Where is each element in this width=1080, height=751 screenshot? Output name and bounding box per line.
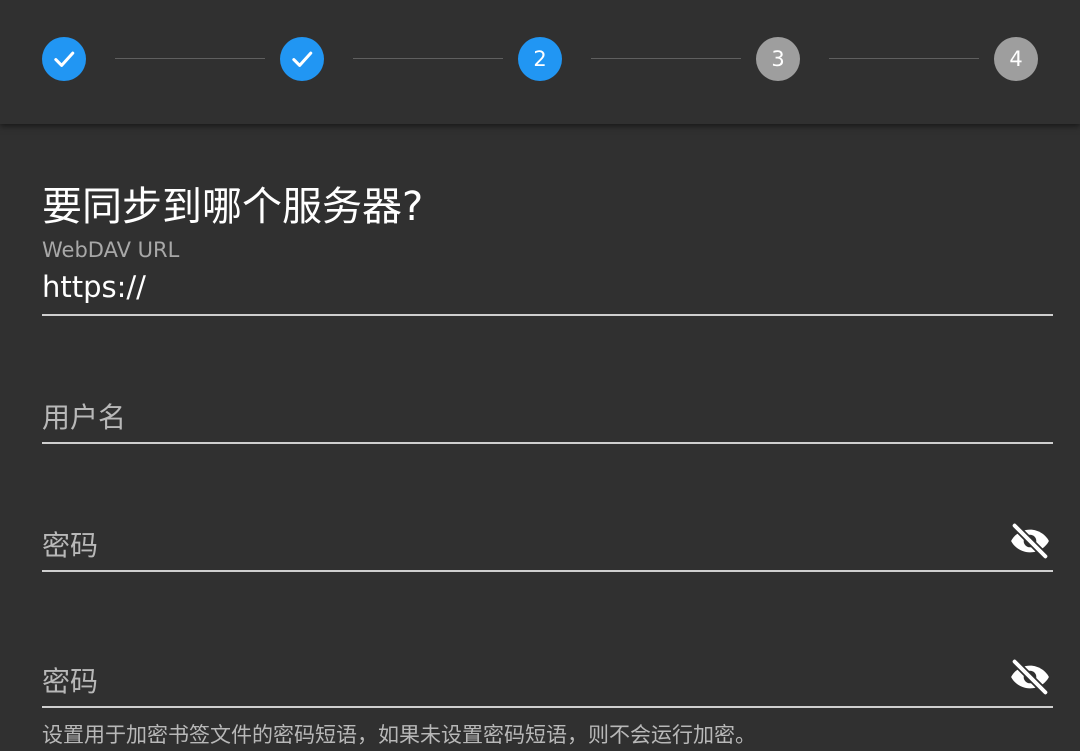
passphrase-input[interactable]: 密码 — [42, 660, 98, 700]
step-connector — [829, 58, 979, 59]
webdav-url-label: WebDAV URL — [42, 238, 180, 262]
visibility-off-icon[interactable] — [1009, 656, 1051, 698]
check-icon — [292, 51, 313, 67]
password-input[interactable]: 密码 — [42, 524, 98, 564]
step-3-current[interactable]: 2 — [518, 37, 562, 81]
step-connector — [115, 58, 265, 59]
page-title: 要同步到哪个服务器? — [42, 184, 424, 230]
username-field[interactable]: 用户名 — [42, 374, 1053, 444]
passphrase-helper-text: 设置用于加密书签文件的密码短语，如果未设置密码短语，则不会运行加密。 — [42, 723, 756, 747]
step-number: 4 — [1009, 47, 1023, 71]
visibility-off-icon[interactable] — [1009, 520, 1051, 562]
step-2-complete[interactable] — [280, 37, 324, 81]
webdav-url-field[interactable]: WebDAV URL https:// — [42, 230, 1053, 316]
step-number: 2 — [533, 47, 547, 71]
server-form: 要同步到哪个服务器? WebDAV URL https:// 用户名 密码 密码… — [0, 124, 1080, 751]
step-connector — [591, 58, 741, 59]
step-connector — [353, 58, 503, 59]
step-5-pending[interactable]: 4 — [994, 37, 1038, 81]
stepper: 2 3 4 — [0, 0, 1080, 124]
step-4-pending[interactable]: 3 — [756, 37, 800, 81]
password-field[interactable]: 密码 — [42, 502, 1053, 572]
step-number: 3 — [771, 47, 785, 71]
check-icon — [54, 51, 75, 67]
webdav-url-input[interactable]: https:// — [42, 270, 146, 304]
step-1-complete[interactable] — [42, 37, 86, 81]
username-input[interactable]: 用户名 — [42, 396, 126, 436]
passphrase-field[interactable]: 密码 — [42, 638, 1053, 708]
